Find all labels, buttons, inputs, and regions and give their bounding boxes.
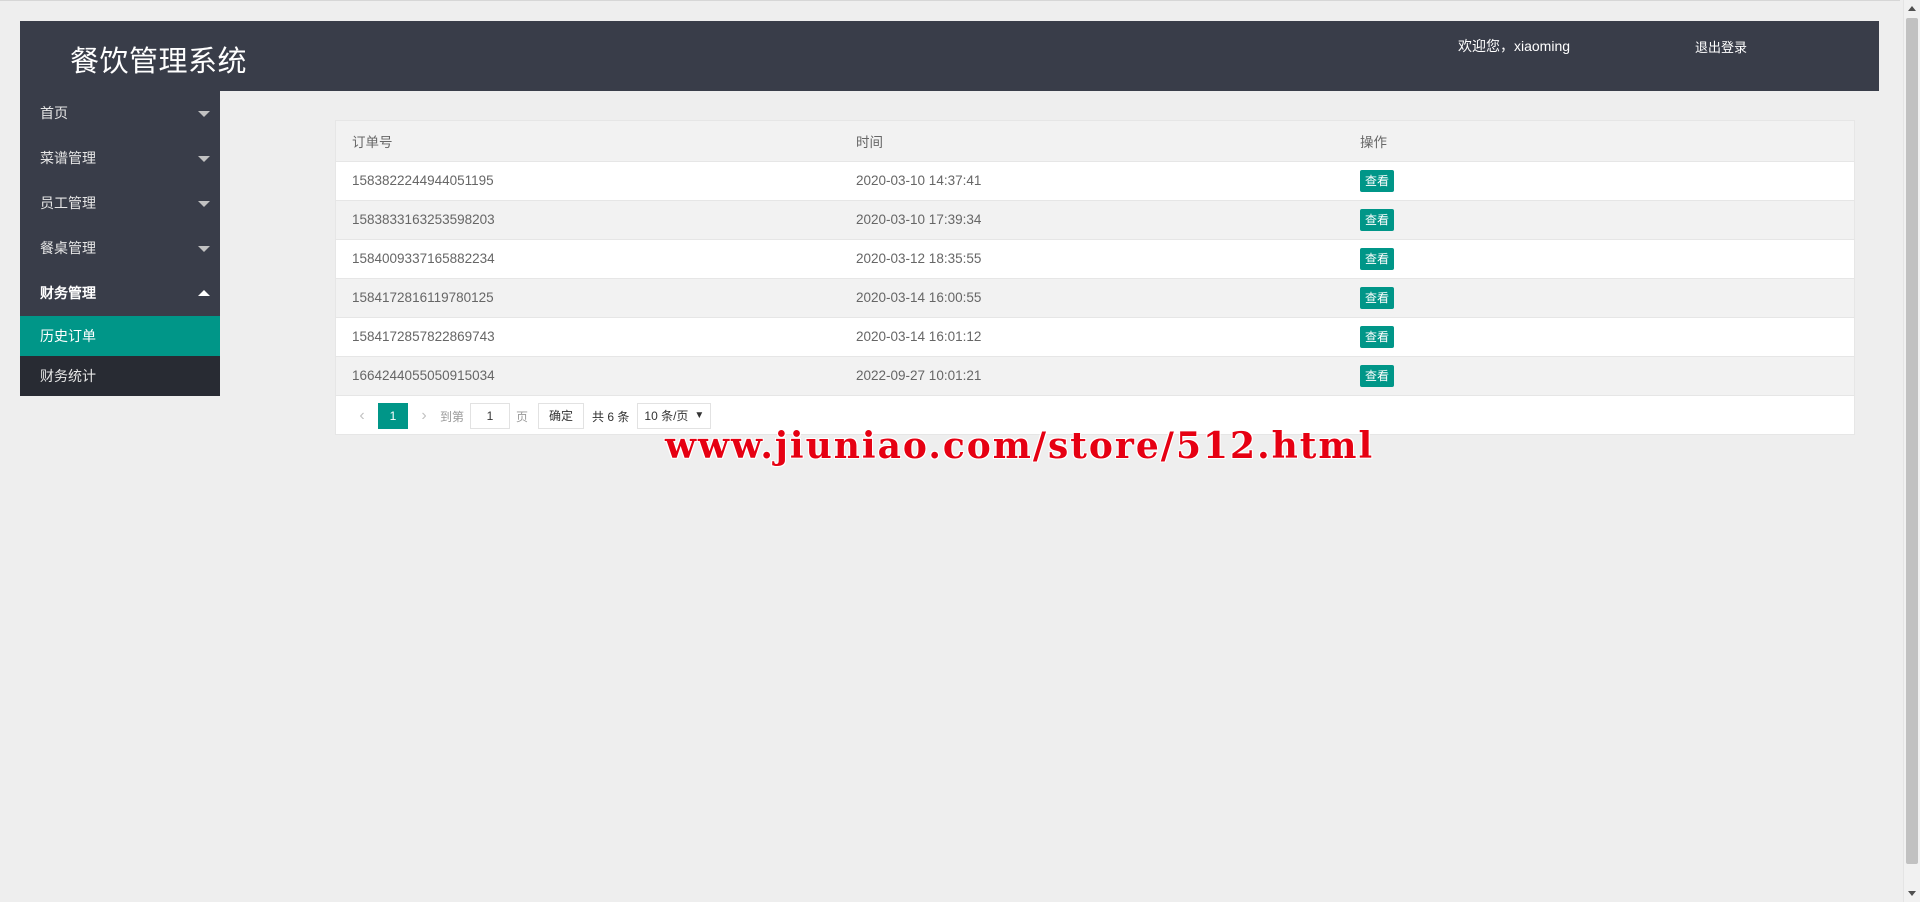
- scroll-down-icon[interactable]: [1908, 891, 1916, 896]
- caret-up-icon: [198, 290, 210, 296]
- sidebar-item-label: 员工管理: [40, 195, 96, 211]
- page-suffix-label: 页: [516, 409, 529, 424]
- view-button[interactable]: 查看: [1360, 169, 1395, 192]
- order-id-cell: 1584172857822869743: [336, 317, 840, 357]
- total-count: 共 6 条: [592, 409, 630, 424]
- time-cell: 2020-03-10 17:39:34: [840, 200, 1344, 240]
- goto-page-input[interactable]: [470, 403, 511, 429]
- sidebar-subitem-finance-stats[interactable]: 财务统计: [20, 356, 220, 396]
- action-cell: 查看: [1344, 278, 1854, 318]
- column-header-time: 时间: [840, 121, 1344, 162]
- orders-panel: 订单号 时间 操作 1583822244944051195 2020-03-10…: [335, 120, 1855, 435]
- action-cell: 查看: [1344, 200, 1854, 240]
- app-header: 餐饮管理系统 欢迎您，xiaoming 退出登录: [20, 21, 1879, 91]
- sidebar-item-label: 首页: [40, 105, 68, 121]
- sidebar: 首页 菜谱管理 员工管理 餐桌管理 财务管理 历史订单 财务统计: [20, 91, 220, 396]
- sidebar-item-label: 菜谱管理: [40, 150, 96, 166]
- scrollbar-thumb[interactable]: [1906, 18, 1918, 864]
- table-header-row: 订单号 时间 操作: [336, 121, 1854, 162]
- caret-down-icon: [198, 201, 210, 207]
- logout-link[interactable]: 退出登录: [1695, 37, 1747, 56]
- order-id-cell: 1664244055050915034: [336, 356, 840, 396]
- time-cell: 2020-03-10 14:37:41: [840, 161, 1344, 201]
- sidebar-item-label: 财务管理: [40, 285, 96, 301]
- scroll-up-icon[interactable]: [1908, 6, 1916, 11]
- sidebar-item-home[interactable]: 首页: [20, 91, 220, 136]
- goto-label: 到第: [440, 409, 465, 424]
- view-button[interactable]: 查看: [1360, 364, 1395, 387]
- pagination: ‹ 1 › 到第 页 确定 共 6 条 10 条/页 ▼: [352, 403, 712, 429]
- table-row: 1583833163253598203 2020-03-10 17:39:34 …: [336, 200, 1854, 240]
- order-id-cell: 1583833163253598203: [336, 200, 840, 240]
- welcome-text: 欢迎您，xiaoming: [1458, 38, 1571, 54]
- sidebar-item-finance[interactable]: 财务管理: [20, 271, 220, 316]
- sidebar-item-menu[interactable]: 菜谱管理: [20, 136, 220, 181]
- table-row: 1584172816119780125 2020-03-14 16:00:55 …: [336, 278, 1854, 318]
- top-border: [0, 0, 1900, 1]
- action-cell: 查看: [1344, 239, 1854, 279]
- sidebar-subitem-order-history[interactable]: 历史订单: [20, 316, 220, 356]
- view-button[interactable]: 查看: [1360, 208, 1395, 231]
- time-cell: 2022-09-27 10:01:21: [840, 356, 1344, 396]
- time-cell: 2020-03-14 16:01:12: [840, 317, 1344, 357]
- action-cell: 查看: [1344, 317, 1854, 357]
- action-cell: 查看: [1344, 161, 1854, 201]
- sidebar-subnav-finance: 历史订单 财务统计: [20, 316, 220, 396]
- caret-down-icon: [198, 246, 210, 252]
- caret-down-icon: [198, 111, 210, 117]
- order-id-cell: 1584009337165882234: [336, 239, 840, 279]
- table-row: 1584172857822869743 2020-03-14 16:01:12 …: [336, 317, 1854, 357]
- next-page-icon[interactable]: ›: [414, 407, 434, 425]
- orders-table: 订单号 时间 操作 1583822244944051195 2020-03-10…: [336, 121, 1854, 396]
- view-button[interactable]: 查看: [1360, 325, 1395, 348]
- order-id-cell: 1583822244944051195: [336, 161, 840, 201]
- sidebar-item-staff[interactable]: 员工管理: [20, 181, 220, 226]
- action-cell: 查看: [1344, 356, 1854, 396]
- order-id-cell: 1584172816119780125: [336, 278, 840, 318]
- caret-down-icon: [198, 156, 210, 162]
- column-header-action: 操作: [1344, 121, 1854, 162]
- app-title: 餐饮管理系统: [70, 44, 248, 78]
- time-cell: 2020-03-12 18:35:55: [840, 239, 1344, 279]
- goto-confirm-button[interactable]: 确定: [538, 403, 585, 429]
- sidebar-item-tables[interactable]: 餐桌管理: [20, 226, 220, 271]
- current-page-button[interactable]: 1: [378, 403, 408, 429]
- watermark-text: www.jiuniao.com/store/512.html: [665, 425, 1375, 467]
- prev-page-icon[interactable]: ‹: [352, 407, 372, 425]
- page-scrollbar[interactable]: [1903, 0, 1920, 902]
- view-button[interactable]: 查看: [1360, 286, 1395, 309]
- view-button[interactable]: 查看: [1360, 247, 1395, 270]
- time-cell: 2020-03-14 16:00:55: [840, 278, 1344, 318]
- table-row: 1664244055050915034 2022-09-27 10:01:21 …: [336, 356, 1854, 396]
- column-header-order-id: 订单号: [336, 121, 840, 162]
- table-row: 1583822244944051195 2020-03-10 14:37:41 …: [336, 161, 1854, 201]
- table-row: 1584009337165882234 2020-03-12 18:35:55 …: [336, 239, 1854, 279]
- sidebar-item-label: 餐桌管理: [40, 240, 96, 256]
